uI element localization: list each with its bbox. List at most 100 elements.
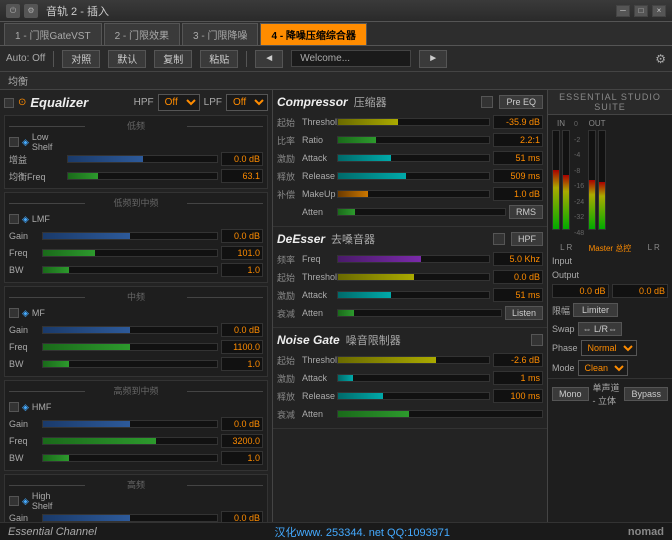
low-shelf-freq-slider[interactable] xyxy=(67,172,218,180)
low-shelf-band-row: ◈ Low Shelf xyxy=(9,134,263,150)
deesser-attack-slider[interactable] xyxy=(337,291,490,299)
low-shelf-checkbox[interactable] xyxy=(9,137,19,147)
title-icon-power[interactable]: ⏻ xyxy=(6,4,20,18)
deesser-atten-label: Atten xyxy=(302,308,334,318)
gate-release-row: 释放 Release 100 ms xyxy=(277,388,543,404)
tab-3[interactable]: 3 - 门限降噪 xyxy=(182,23,258,45)
mode-select[interactable]: Clean Warm xyxy=(578,360,628,376)
bypass-button[interactable]: Bypass xyxy=(624,387,668,401)
hmf-bw-value: 1.0 xyxy=(221,451,263,465)
listen-button[interactable]: Listen xyxy=(505,306,543,320)
high-shelf-band-row: ◈ High Shelf xyxy=(9,493,263,509)
lmf-freq-slider[interactable] xyxy=(42,249,218,257)
mf-checkbox[interactable] xyxy=(9,308,19,318)
tab-2[interactable]: 2 - 门限效果 xyxy=(104,23,180,45)
in-meter-group: IN xyxy=(552,119,570,230)
arrow-left-button[interactable]: ◄ xyxy=(255,50,283,68)
pre-eq-button[interactable]: Pre EQ xyxy=(499,95,543,109)
rms-button[interactable]: RMS xyxy=(509,205,543,219)
title-bar-controls: ─ □ × xyxy=(616,5,666,17)
high-shelf-gain-slider[interactable] xyxy=(42,514,218,522)
compressor-checkbox[interactable] xyxy=(481,96,493,108)
hmf-freq-slider[interactable] xyxy=(42,437,218,445)
mf-freq-slider[interactable] xyxy=(42,343,218,351)
low-shelf-section: 低频 ◈ Low Shelf 增益 0.0 dB 均衡Freq 63.1 xyxy=(4,115,268,189)
footer: Essential Channel 汉化www. 253344. net QQ:… xyxy=(0,522,672,540)
deesser-attack-cn: 激励 xyxy=(277,289,299,302)
out-lr-label: L R xyxy=(648,243,660,254)
lmf-gain-slider[interactable] xyxy=(42,232,218,240)
eq-enable-checkbox[interactable] xyxy=(4,98,14,108)
gate-attack-row: 激励 Attack 1 ms xyxy=(277,370,543,386)
comp-attack-slider[interactable] xyxy=(337,154,490,162)
low-shelf-gain-slider[interactable] xyxy=(67,155,218,163)
lmf-bw-slider[interactable] xyxy=(42,266,218,274)
tab-1[interactable]: 1 - 门限GateVST xyxy=(4,23,102,45)
hmf-band-row: ◈ HMF xyxy=(9,399,263,415)
limiter-row: 限幅 Limiter xyxy=(548,300,672,320)
phase-select[interactable]: Normal Invert xyxy=(581,340,637,356)
swap-button[interactable]: ⇔ L/R⇔ xyxy=(578,322,623,336)
gate-attack-cn: 激励 xyxy=(277,372,299,385)
gate-threshold-slider[interactable] xyxy=(337,356,490,364)
settings-icon[interactable]: ⚙ xyxy=(655,52,666,66)
title-icon-settings[interactable]: ⚙ xyxy=(24,4,38,18)
auto-off-label: Auto: Off xyxy=(6,53,45,64)
toolbar: Auto: Off 对照 默认 复制 粘贴 ◄ Welcome... ► ⚙ xyxy=(0,46,672,72)
footer-logo: nomad xyxy=(628,526,664,538)
hpf-select[interactable]: OffOn xyxy=(158,94,200,111)
lmf-icon: ◈ xyxy=(22,214,29,225)
lmf-freq-row: Freq 101.0 xyxy=(9,245,263,261)
hmf-bw-slider[interactable] xyxy=(42,454,218,462)
moren-button[interactable]: 默认 xyxy=(108,50,146,68)
mf-gain-slider[interactable] xyxy=(42,326,218,334)
gate-atten-slider[interactable] xyxy=(337,410,543,418)
comp-attack-label: Attack xyxy=(302,153,334,163)
db-scale: 0 -2 -4 -8 -16 -24 -32 -48 xyxy=(574,119,584,239)
comp-makeup-cn: 补偿 xyxy=(277,188,299,201)
deesser-checkbox[interactable] xyxy=(493,233,505,245)
input-label: Input xyxy=(552,256,572,266)
gain-cn-label: 增益 xyxy=(9,153,64,166)
close-button[interactable]: × xyxy=(652,5,666,17)
minimize-button[interactable]: ─ xyxy=(616,5,630,17)
input-area-label: Input xyxy=(548,254,672,268)
gate-attack-value: 1 ms xyxy=(493,371,543,385)
fuzhi-button[interactable]: 复制 xyxy=(154,50,192,68)
hmf-checkbox[interactable] xyxy=(9,402,19,412)
hmf-gain-value: 0.0 dB xyxy=(221,417,263,431)
deesser-title: DeEsser xyxy=(277,232,325,246)
noisegate-checkbox[interactable] xyxy=(531,334,543,346)
maximize-button[interactable]: □ xyxy=(634,5,648,17)
lmf-section: 低频到中频 ◈ LMF Gain 0.0 dB Freq 101.0 xyxy=(4,192,268,283)
mf-bw-slider[interactable] xyxy=(42,360,218,368)
comp-makeup-slider[interactable] xyxy=(337,190,490,198)
lmf-checkbox[interactable] xyxy=(9,214,19,224)
gate-release-slider[interactable] xyxy=(337,392,490,400)
high-shelf-icon: ◈ xyxy=(22,496,29,507)
tab-4[interactable]: 4 - 降噪压缩综合器 xyxy=(260,23,366,45)
deesser-threshold-slider[interactable] xyxy=(337,273,490,281)
deesser-freq-slider[interactable] xyxy=(337,255,490,263)
gate-attack-label: Attack xyxy=(302,373,334,383)
comp-threshold-slider[interactable] xyxy=(337,118,490,126)
limiter-button[interactable]: Limiter xyxy=(573,303,618,317)
arrow-right-button[interactable]: ► xyxy=(419,50,447,68)
hmf-gain-slider[interactable] xyxy=(42,420,218,428)
comp-ratio-slider[interactable] xyxy=(337,136,490,144)
noisegate-title: Noise Gate xyxy=(277,333,340,347)
deesser-atten-slider[interactable] xyxy=(337,309,502,317)
comp-release-slider[interactable] xyxy=(337,172,490,180)
high-shelf-checkbox[interactable] xyxy=(9,496,19,506)
deesser-hpf-button[interactable]: HPF xyxy=(511,232,543,246)
lpf-select[interactable]: OffOn xyxy=(226,94,268,111)
in-label: IN xyxy=(557,119,565,128)
deesser-attack-value: 51 ms xyxy=(493,288,543,302)
noisegate-header: Noise Gate 噪音限制器 xyxy=(277,332,543,348)
gate-attack-slider[interactable] xyxy=(337,374,490,382)
comp-atten-slider[interactable] xyxy=(337,208,506,216)
section-label: 均衡 xyxy=(0,72,672,90)
mono-button[interactable]: Mono xyxy=(552,387,589,401)
duiying-button[interactable]: 对照 xyxy=(62,50,100,68)
zhantie-button[interactable]: 粘贴 xyxy=(200,50,238,68)
